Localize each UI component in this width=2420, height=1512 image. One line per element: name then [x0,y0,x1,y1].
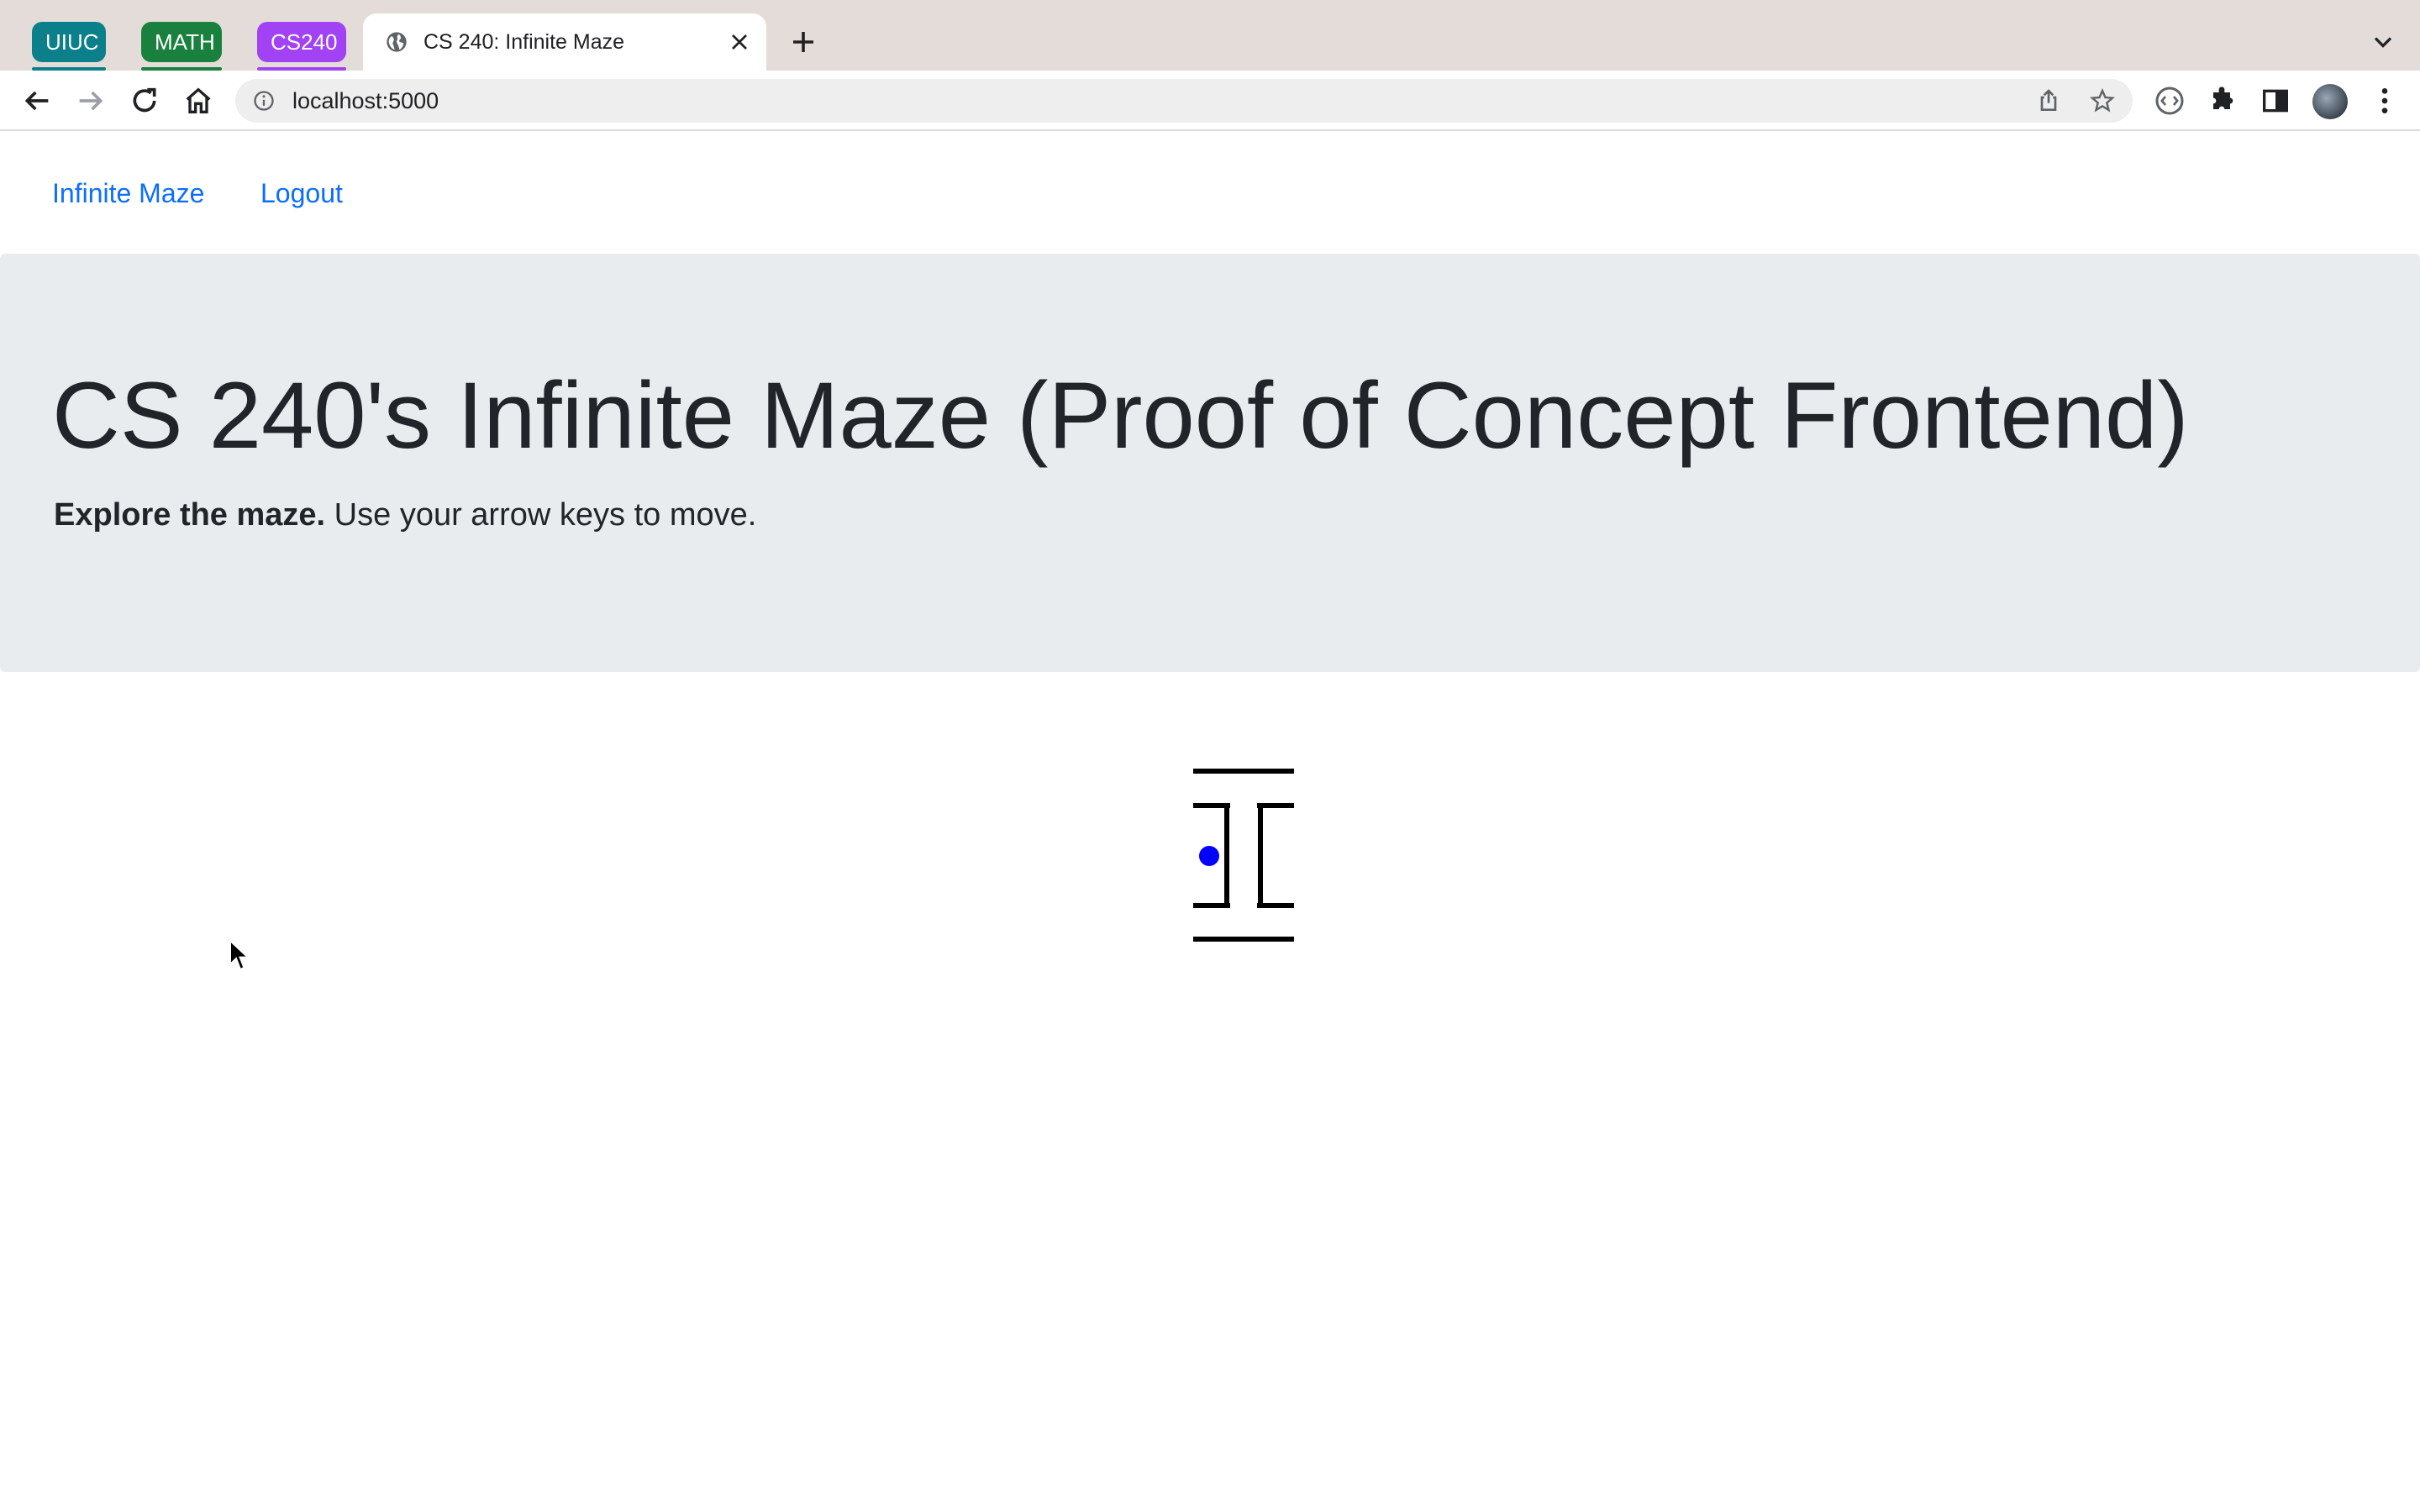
tab-group-label: UIUC [45,29,99,55]
side-panel-icon[interactable] [2259,84,2292,118]
hero-jumbotron: CS 240's Infinite Maze (Proof of Concept… [0,254,2420,672]
tab-group-label: MATH [155,29,215,55]
tab-group-cs240[interactable]: CS240 [257,22,346,71]
reload-icon[interactable] [128,84,161,118]
chevron-down-icon[interactable] [2368,27,2398,57]
forward-arrow-icon[interactable] [74,84,108,118]
browser-tab-strip: UIUC MATH CS240 CS 240: Infinite Maze [0,0,2420,71]
nav-infinite-maze-link[interactable]: Infinite Maze [52,176,204,210]
profile-avatar[interactable] [2312,84,2348,119]
extension-code-icon[interactable] [2153,84,2186,118]
home-icon[interactable] [182,84,215,118]
kebab-menu-icon[interactable] [2368,84,2402,118]
close-icon[interactable] [726,29,753,55]
player-dot [1199,846,1219,866]
info-icon[interactable] [252,89,276,113]
address-bar[interactable]: localhost:5000 [235,79,2133,123]
page-title: CS 240's Infinite Maze (Proof of Concept… [52,363,2189,468]
hero-lead-text: Use your arrow keys to move. [325,497,757,533]
bookmark-star-icon[interactable] [2089,87,2116,114]
active-tab[interactable]: CS 240: Infinite Maze [363,13,766,71]
url-text: localhost:5000 [292,88,439,113]
new-tab-icon[interactable] [788,27,818,57]
tab-group-label: CS240 [271,29,338,55]
tab-group-uiuc[interactable]: UIUC [32,22,106,71]
mouse-cursor-icon [229,939,250,971]
nav-logout-link[interactable]: Logout [260,176,343,210]
hero-lead-bold: Explore the maze. [54,497,326,533]
share-icon[interactable] [2035,87,2062,114]
extensions-puzzle-icon[interactable] [2205,84,2238,118]
back-arrow-icon[interactable] [20,84,54,118]
tab-group-math[interactable]: MATH [141,22,222,71]
hero-lead: Explore the maze. Use your arrow keys to… [54,494,756,536]
maze-canvas[interactable] [1188,766,1297,948]
browser-toolbar: localhost:5000 [0,71,2420,131]
globe-icon [387,32,407,52]
site-navbar: Infinite Maze Logout [0,133,2420,254]
tab-title: CS 240: Infinite Maze [424,30,625,54]
